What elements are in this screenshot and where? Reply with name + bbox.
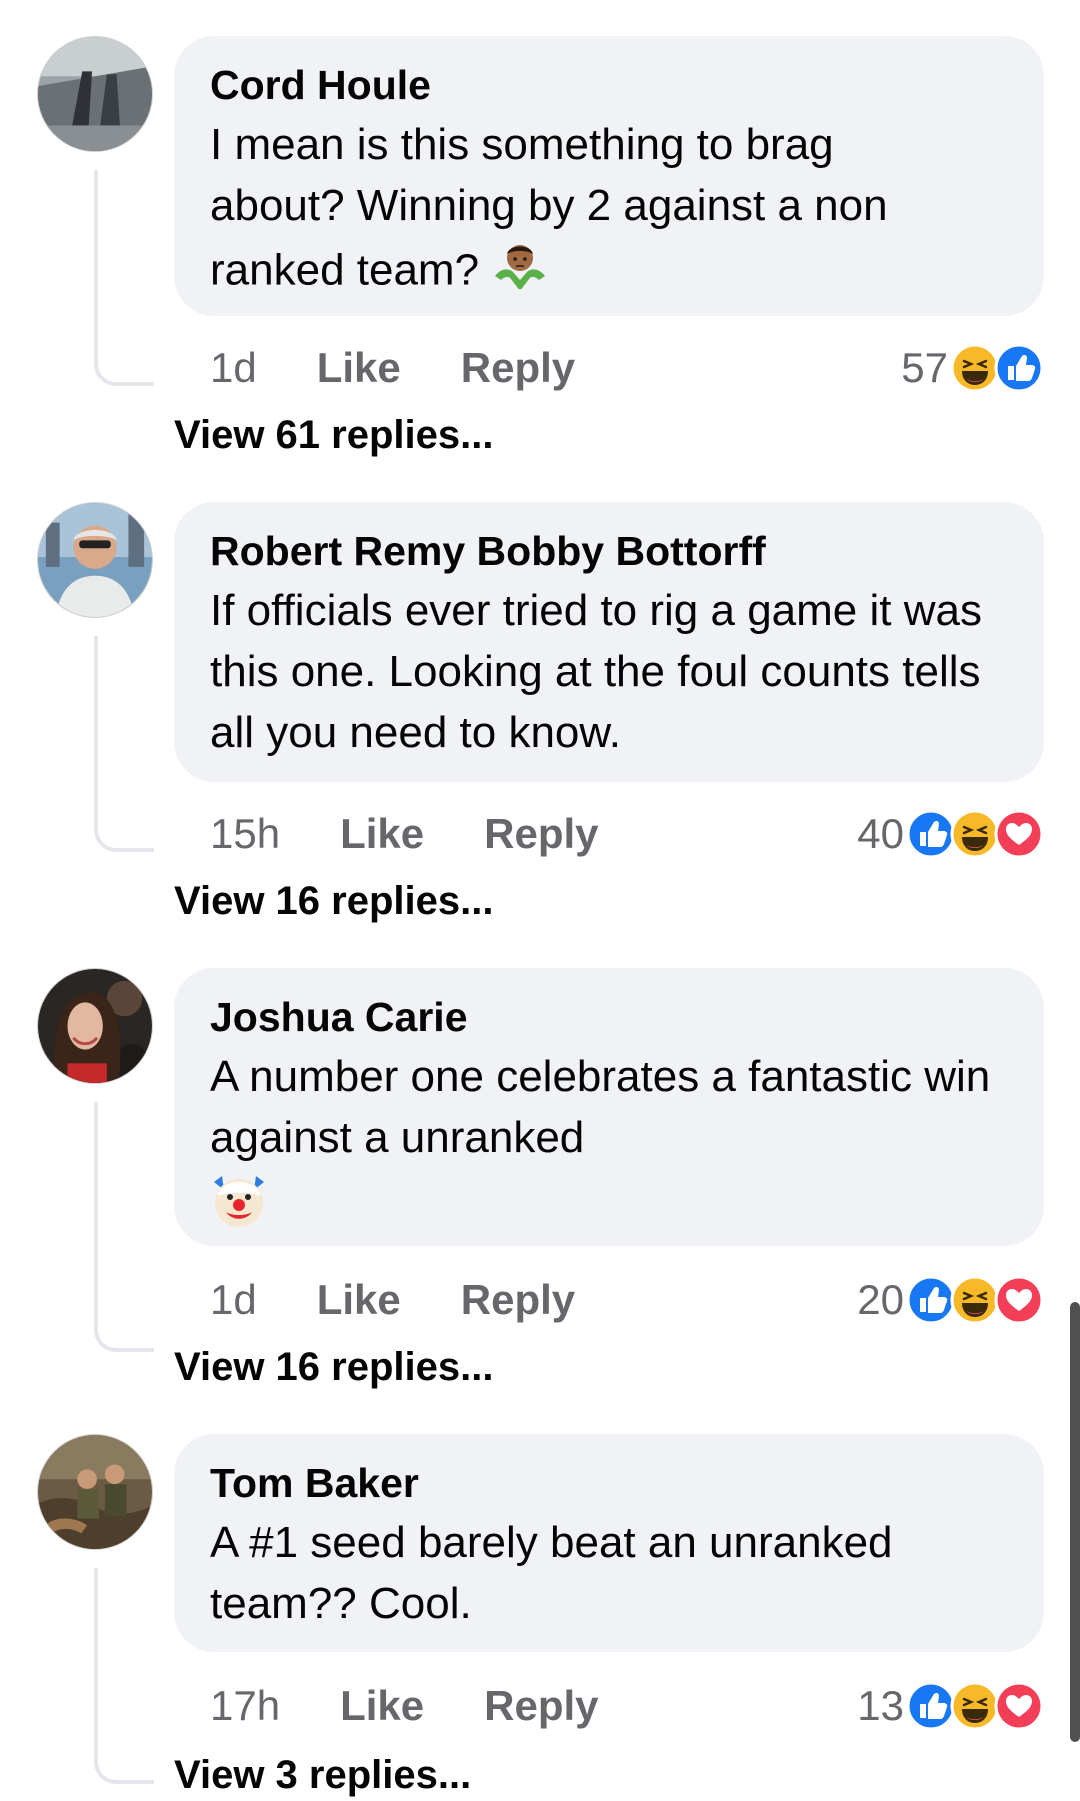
- haha-reaction-icon: [950, 1681, 1000, 1731]
- comment-time[interactable]: 1d: [210, 344, 257, 392]
- view-replies-link[interactable]: View 16 replies...: [174, 876, 493, 926]
- comment-actions: 17h Like Reply: [210, 1678, 599, 1734]
- reaction-summary[interactable]: 20: [857, 1272, 1044, 1328]
- reaction-summary[interactable]: 13: [857, 1678, 1044, 1734]
- haha-reaction-icon: [950, 1275, 1000, 1325]
- like-button[interactable]: Like: [317, 1276, 401, 1324]
- like-button[interactable]: Like: [340, 1682, 424, 1730]
- reaction-count: 20: [857, 1276, 904, 1323]
- person-shrugging-icon: [491, 236, 549, 310]
- reaction-count: 57: [901, 344, 948, 391]
- thread-line: [94, 1102, 154, 1352]
- comment-body: A number one celebrates a fantastic win …: [210, 1052, 991, 1162]
- scrollbar[interactable]: [1070, 1302, 1080, 1742]
- view-replies-link[interactable]: View 61 replies...: [174, 410, 493, 460]
- love-reaction-icon: [994, 809, 1044, 859]
- like-reaction-icon: [906, 809, 956, 859]
- avatar[interactable]: [37, 36, 153, 152]
- like-button[interactable]: Like: [317, 344, 401, 392]
- like-button[interactable]: Like: [340, 810, 424, 858]
- comment-author[interactable]: Cord Houle: [210, 56, 1008, 114]
- avatar[interactable]: [37, 502, 153, 618]
- comment-actions: 1d Like Reply: [210, 340, 575, 396]
- like-reaction-icon: [906, 1275, 956, 1325]
- reaction-summary[interactable]: 40: [857, 806, 1044, 862]
- comment-bubble: Tom Baker A #1 seed barely beat an unran…: [174, 1434, 1044, 1652]
- haha-reaction-icon: [950, 809, 1000, 859]
- thread-line: [94, 1568, 154, 1784]
- love-reaction-icon: [994, 1681, 1044, 1731]
- thread-line: [94, 170, 154, 386]
- reply-button[interactable]: Reply: [461, 1276, 575, 1324]
- avatar[interactable]: [37, 968, 153, 1084]
- comment-author[interactable]: Joshua Carie: [210, 988, 1008, 1046]
- reply-button[interactable]: Reply: [484, 810, 598, 858]
- comment-author[interactable]: Robert Remy Bobby Bottorff: [210, 522, 1008, 580]
- comment-body: A #1 seed barely beat an unranked team??…: [210, 1518, 893, 1628]
- comment-time[interactable]: 17h: [210, 1682, 280, 1730]
- reaction-count: 13: [857, 1682, 904, 1729]
- like-reaction-icon: [994, 343, 1044, 393]
- comment-text: I mean is this something to brag about? …: [210, 114, 970, 310]
- comment-bubble: Joshua Carie A number one celebrates a f…: [174, 968, 1044, 1246]
- reply-button[interactable]: Reply: [484, 1682, 598, 1730]
- comment-actions: 15h Like Reply: [210, 806, 599, 862]
- comment-time[interactable]: 1d: [210, 1276, 257, 1324]
- comment-bubble: Robert Remy Bobby Bottorff If officials …: [174, 502, 1044, 782]
- view-replies-link[interactable]: View 3 replies...: [174, 1750, 471, 1800]
- reaction-summary[interactable]: 57: [901, 340, 1044, 396]
- reaction-count: 40: [857, 810, 904, 857]
- love-reaction-icon: [994, 1275, 1044, 1325]
- thread-line: [94, 636, 154, 852]
- clown-face-icon: [210, 1172, 1008, 1235]
- comment-author[interactable]: Tom Baker: [210, 1454, 1008, 1512]
- comment-actions: 1d Like Reply: [210, 1272, 575, 1328]
- like-reaction-icon: [906, 1681, 956, 1731]
- comment-time[interactable]: 15h: [210, 810, 280, 858]
- comment-bubble: Cord Houle I mean is this something to b…: [174, 36, 1044, 316]
- reply-button[interactable]: Reply: [461, 344, 575, 392]
- view-replies-link[interactable]: View 16 replies...: [174, 1342, 493, 1392]
- comment-body: If officials ever tried to rig a game it…: [210, 586, 982, 757]
- avatar[interactable]: [37, 1434, 153, 1550]
- haha-reaction-icon: [950, 343, 1000, 393]
